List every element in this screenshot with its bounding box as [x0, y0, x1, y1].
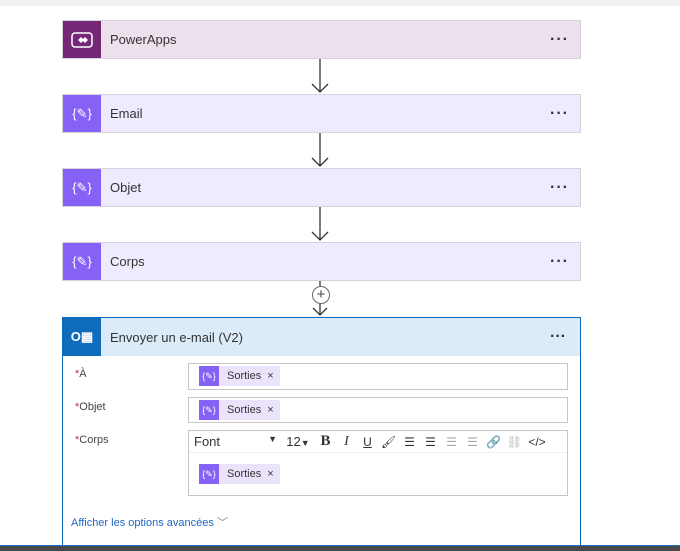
underline-button[interactable]: U: [357, 435, 378, 449]
connector-arrows: [311, 59, 329, 316]
token-sorties: {✎} Sorties ×: [199, 366, 280, 386]
numbered-list-icon[interactable]: ☰: [420, 435, 441, 449]
chevron-down-icon: ﹀: [216, 517, 228, 529]
to-label: *À: [75, 368, 87, 380]
decrease-indent-icon[interactable]: ☰: [441, 435, 462, 449]
unlink-icon[interactable]: ⛓: [504, 435, 525, 449]
italic-button[interactable]: I: [336, 434, 357, 450]
action-header[interactable]: O▦ Envoyer un e-mail (V2) ···: [63, 318, 580, 356]
action-send-email: O▦ Envoyer un e-mail (V2) ··· *À {✎} Sort…: [62, 317, 581, 546]
token-sorties: {✎} Sorties ×: [199, 464, 280, 484]
font-select[interactable]: Font ▼: [189, 434, 281, 449]
color-picker-icon[interactable]: 🖌: [378, 435, 399, 449]
subject-label: *Objet: [75, 401, 106, 413]
to-input[interactable]: {✎} Sorties ×: [188, 363, 568, 390]
body-label: *Corps: [75, 434, 109, 446]
more-options-icon[interactable]: ···: [550, 328, 580, 346]
remove-token-icon[interactable]: ×: [267, 404, 279, 416]
increase-indent-icon[interactable]: ☰: [462, 435, 483, 449]
add-step-button[interactable]: +: [312, 286, 330, 304]
bullet-list-icon[interactable]: ☰: [399, 435, 420, 449]
body-editor[interactable]: Font ▼ 12▼ B I U 🖌 ☰ ☰ ☰ ☰ 🔗 ⛓ </> {✎} Sor…: [188, 430, 568, 496]
code-view-button[interactable]: </>: [525, 435, 549, 449]
link-icon[interactable]: 🔗: [483, 435, 504, 449]
remove-token-icon[interactable]: ×: [267, 370, 279, 382]
variable-icon: {✎}: [199, 366, 219, 386]
remove-token-icon[interactable]: ×: [267, 468, 279, 480]
token-sorties: {✎} Sorties ×: [199, 400, 280, 420]
outlook-icon: O▦: [63, 318, 101, 356]
subject-input[interactable]: {✎} Sorties ×: [188, 397, 568, 423]
show-advanced-options-link[interactable]: Afficher les options avancées ﹀: [71, 514, 228, 530]
bold-button[interactable]: B: [315, 433, 336, 450]
variable-icon: {✎}: [199, 400, 219, 420]
bottom-bar: [0, 545, 680, 551]
editor-toolbar: Font ▼ 12▼ B I U 🖌 ☰ ☰ ☰ ☰ 🔗 ⛓ </>: [189, 431, 567, 453]
variable-icon: {✎}: [199, 464, 219, 484]
font-size-select[interactable]: 12▼: [281, 434, 315, 449]
action-title: Envoyer un e-mail (V2): [110, 329, 243, 345]
